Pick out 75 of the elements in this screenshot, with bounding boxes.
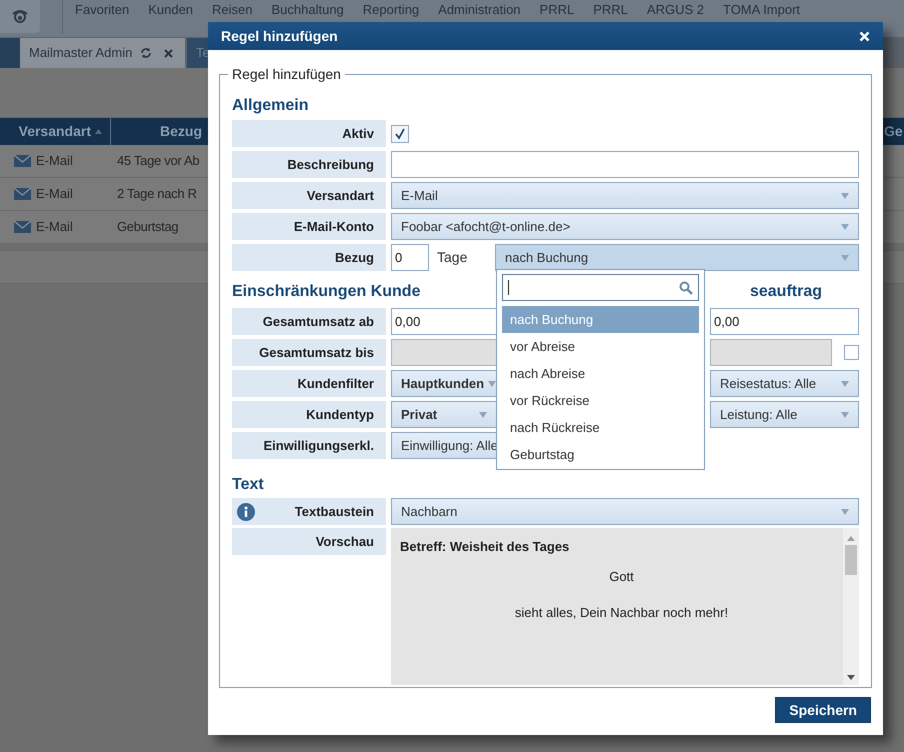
- input-field[interactable]: 0,00: [710, 308, 859, 335]
- envelope-icon: [14, 221, 31, 233]
- caret-icon: [841, 380, 849, 386]
- section-heading: Text: [232, 475, 265, 495]
- envelope-icon: [14, 188, 31, 200]
- dropdown-option[interactable]: vor Abreise: [502, 333, 699, 360]
- dialog-title: Regel hinzufügen: [221, 26, 338, 46]
- table-cell-text: E-Mail: [36, 218, 74, 236]
- input-field[interactable]: [710, 339, 832, 366]
- unit-label: Tage: [437, 248, 468, 267]
- field-label: Beschreibung: [232, 151, 386, 178]
- caret-icon: [841, 412, 849, 418]
- group-legend: Regel hinzufügen: [228, 64, 345, 85]
- logo-button[interactable]: [0, 0, 40, 33]
- select-field[interactable]: Privat: [391, 401, 497, 428]
- refresh-icon[interactable]: [140, 47, 152, 59]
- field-label: E-Mail-Konto: [232, 213, 386, 240]
- info-icon[interactable]: [237, 502, 255, 520]
- caret-icon: [841, 254, 849, 260]
- section-heading: seauftrag: [750, 282, 822, 302]
- preview-text: sieht alles, Dein Nachbar noch mehr!: [514, 604, 728, 622]
- table-cell-text: Geburtstag: [117, 218, 178, 236]
- table-cell-text: E-Mail: [36, 185, 74, 204]
- input-field[interactable]: 0: [391, 244, 429, 271]
- field-label: Gesamtumsatz bis: [232, 339, 386, 366]
- table-cell-text: 2 Tage nach R: [117, 185, 197, 204]
- caret-icon: [841, 192, 849, 198]
- column-header[interactable]: Bezug: [160, 121, 202, 142]
- swirl-logo-icon: [10, 8, 30, 26]
- checkbox[interactable]: [391, 124, 409, 142]
- field-label: Gesamtumsatz ab: [232, 308, 386, 335]
- dropdown-option[interactable]: vor Rückreise: [502, 387, 699, 414]
- table-cell-text: 45 Tage vor Ab: [117, 152, 200, 170]
- select-field[interactable]: Leistung: Alle: [710, 401, 859, 428]
- checkbox[interactable]: [844, 345, 859, 360]
- select-field[interactable]: Nachbarn: [391, 498, 859, 525]
- search-field[interactable]: [502, 274, 699, 301]
- field-label: Kundentyp: [232, 401, 386, 428]
- scrollbar[interactable]: [843, 528, 859, 685]
- caret-icon: [841, 224, 849, 230]
- checkmark-icon: [394, 128, 406, 140]
- field-label: Vorschau: [232, 528, 386, 555]
- table-cell-text: E-Mail: [36, 152, 74, 170]
- caret-icon: [488, 380, 496, 386]
- input-field[interactable]: [391, 151, 859, 178]
- scroll-down-icon[interactable]: [847, 675, 855, 680]
- field-label: Bezug: [232, 244, 386, 271]
- select-field[interactable]: E-Mail: [391, 182, 859, 209]
- envelope-icon: [14, 155, 31, 167]
- section-heading: Einschränkungen Kunde: [232, 282, 420, 302]
- select-field[interactable]: Reisestatus: Alle: [710, 370, 859, 397]
- scrollbar-thumb[interactable]: [845, 545, 857, 575]
- field-label: Kundenfilter: [232, 370, 386, 397]
- input-field[interactable]: [391, 339, 497, 366]
- field-label: Einwilligungserkl.: [232, 432, 386, 459]
- close-icon[interactable]: [164, 48, 174, 58]
- input-field[interactable]: 0,00: [391, 308, 497, 335]
- preview-text: Gott: [609, 568, 634, 586]
- dropdown-option[interactable]: nach Abreise: [502, 360, 699, 387]
- tab[interactable]: Mailmaster Admin: [20, 38, 185, 68]
- field-label: Versandart: [232, 182, 386, 209]
- section-heading: Allgemein: [232, 96, 310, 116]
- field-label: Textbaustein: [232, 498, 386, 525]
- email-subject: Betreff: Weisheit des Tages: [400, 538, 570, 556]
- caret-icon: [479, 412, 487, 418]
- save-button[interactable]: Speichern: [775, 697, 871, 723]
- select-field[interactable]: Hauptkunden: [391, 370, 497, 397]
- scroll-up-icon[interactable]: [847, 536, 855, 541]
- select-field[interactable]: Foobar <afocht@t-online.de>: [391, 213, 859, 240]
- sort-ascending-icon: [95, 129, 102, 134]
- caret-icon: [841, 508, 849, 514]
- select-field[interactable]: nach Buchung: [495, 244, 859, 271]
- field-label: Aktiv: [232, 120, 386, 147]
- column-header[interactable]: Ge: [884, 121, 904, 142]
- search-icon: [679, 280, 693, 294]
